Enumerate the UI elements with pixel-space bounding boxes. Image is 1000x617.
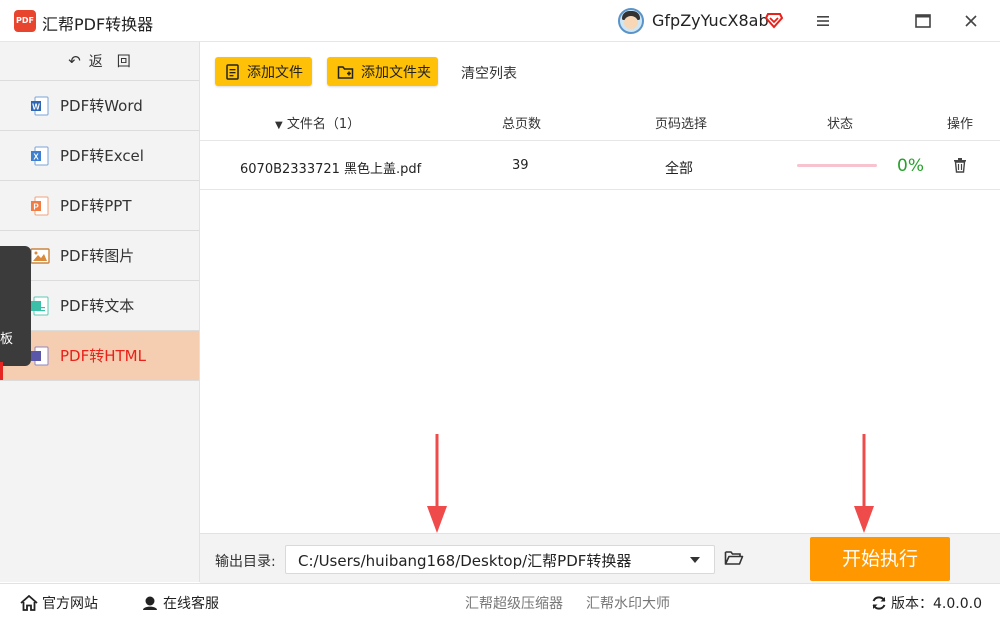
online-support-label: 在线客服 xyxy=(163,596,219,612)
ppt-icon: P xyxy=(31,196,49,215)
back-button[interactable]: ↶ 返 回 xyxy=(0,42,199,81)
svg-text:P: P xyxy=(33,202,39,211)
version-label: 版本：4.0.0.0 xyxy=(891,596,982,612)
file-table-header: ▼ 文件名（1） 总页数 页码选择 状态 操作 xyxy=(200,101,1000,141)
sidebar-item-label: PDF转文本 xyxy=(60,297,135,315)
folder-open-icon[interactable] xyxy=(724,549,744,567)
active-indicator xyxy=(0,362,3,380)
red-arrow-annotation-start xyxy=(854,434,874,533)
add-folder-button[interactable]: 添加文件夹 xyxy=(327,57,438,86)
row-filename: 6070B2333721 黑色上盖.pdf xyxy=(240,162,422,177)
sort-filename-column[interactable]: ▼ 文件名（1） xyxy=(275,113,360,132)
output-bar: 输出目录: C:/Users/huibang168/Desktop/汇帮PDF转… xyxy=(200,533,1000,583)
back-label: 返 回 xyxy=(88,54,131,70)
add-file-icon xyxy=(226,63,239,80)
word-icon: W xyxy=(31,96,49,115)
sidebar-item-pdf-to-excel[interactable]: X PDF转Excel xyxy=(0,131,199,181)
column-header-actions: 操作 xyxy=(947,117,974,132)
start-button[interactable]: 开始执行 xyxy=(810,537,950,581)
output-directory-label: 输出目录: xyxy=(215,554,276,570)
close-icon[interactable] xyxy=(958,8,984,34)
html-icon xyxy=(31,346,49,365)
dropdown-caret-icon xyxy=(690,557,700,563)
clear-list-button[interactable]: 清空列表 xyxy=(461,63,517,83)
add-file-label: 添加文件 xyxy=(247,64,303,81)
sidebar-item-label: PDF转PPT xyxy=(60,197,132,215)
column-header-filename: 文件名（1） xyxy=(286,117,361,132)
online-support-link[interactable]: 在线客服 xyxy=(141,593,219,613)
refresh-icon xyxy=(872,596,886,610)
title-bar: PDF 汇帮PDF转换器 GfpZyYucX8ab xyxy=(0,0,1000,42)
sidebar-item-label: PDF转图片 xyxy=(60,247,135,265)
table-row[interactable]: 6070B2333721 黑色上盖.pdf 39 全部 0% xyxy=(200,141,1000,190)
excel-icon: X xyxy=(31,146,49,165)
add-folder-label: 添加文件夹 xyxy=(361,64,431,81)
page-selection-dropdown[interactable]: 全部 xyxy=(665,158,693,178)
home-icon xyxy=(20,595,38,611)
compressor-link[interactable]: 汇帮超级压缩器 xyxy=(465,593,563,613)
status-percent: 0% xyxy=(897,156,924,176)
sidebar-item-label: PDF转Word xyxy=(60,97,143,115)
column-header-status: 状态 xyxy=(827,117,854,132)
output-directory-path: C:/Users/huibang168/Desktop/汇帮PDF转换器 xyxy=(298,552,632,570)
username[interactable]: GfpZyYucX8ab xyxy=(652,11,769,30)
official-website-label: 官方网站 xyxy=(42,596,98,612)
sidebar-item-pdf-to-ppt[interactable]: P PDF转PPT xyxy=(0,181,199,231)
watermark-link[interactable]: 汇帮水印大师 xyxy=(586,593,670,613)
sidebar-item-label: PDF转Excel xyxy=(60,147,144,165)
menu-icon[interactable] xyxy=(810,8,836,34)
text-icon xyxy=(31,296,49,315)
progress-bar xyxy=(797,164,877,167)
version-info[interactable]: 版本：4.0.0.0 xyxy=(871,593,982,613)
sidebar-item-label: PDF转HTML xyxy=(60,347,146,365)
row-pages: 39 xyxy=(512,158,529,173)
sort-down-icon: ▼ xyxy=(275,120,283,131)
add-folder-icon xyxy=(337,65,354,79)
svg-text:W: W xyxy=(32,102,40,111)
floating-side-tab[interactable]: 板 xyxy=(0,246,31,366)
column-header-pages: 总页数 xyxy=(502,117,542,132)
app-title: 汇帮PDF转换器 xyxy=(42,15,154,34)
red-arrow-annotation-path xyxy=(427,434,447,533)
user-avatar[interactable] xyxy=(618,8,644,34)
floating-side-tab-label: 板 xyxy=(0,332,14,347)
column-header-page-selection: 页码选择 xyxy=(655,117,708,132)
footer: 官方网站 在线客服 汇帮超级压缩器 汇帮水印大师 版本：4.0.0.0 xyxy=(0,583,1000,617)
output-directory-select[interactable]: C:/Users/huibang168/Desktop/汇帮PDF转换器 xyxy=(285,545,715,574)
svg-text:X: X xyxy=(33,152,39,161)
vip-diamond-icon[interactable] xyxy=(765,11,783,29)
trash-icon[interactable] xyxy=(952,157,968,173)
image-icon xyxy=(30,247,50,264)
add-file-button[interactable]: 添加文件 xyxy=(215,57,312,86)
maximize-icon[interactable] xyxy=(910,8,936,34)
official-website-link[interactable]: 官方网站 xyxy=(20,593,98,613)
headset-icon xyxy=(143,596,157,610)
back-arrow-icon: ↶ xyxy=(68,52,81,70)
sidebar-item-pdf-to-word[interactable]: W PDF转Word xyxy=(0,81,199,131)
app-logo-icon: PDF xyxy=(14,10,36,32)
